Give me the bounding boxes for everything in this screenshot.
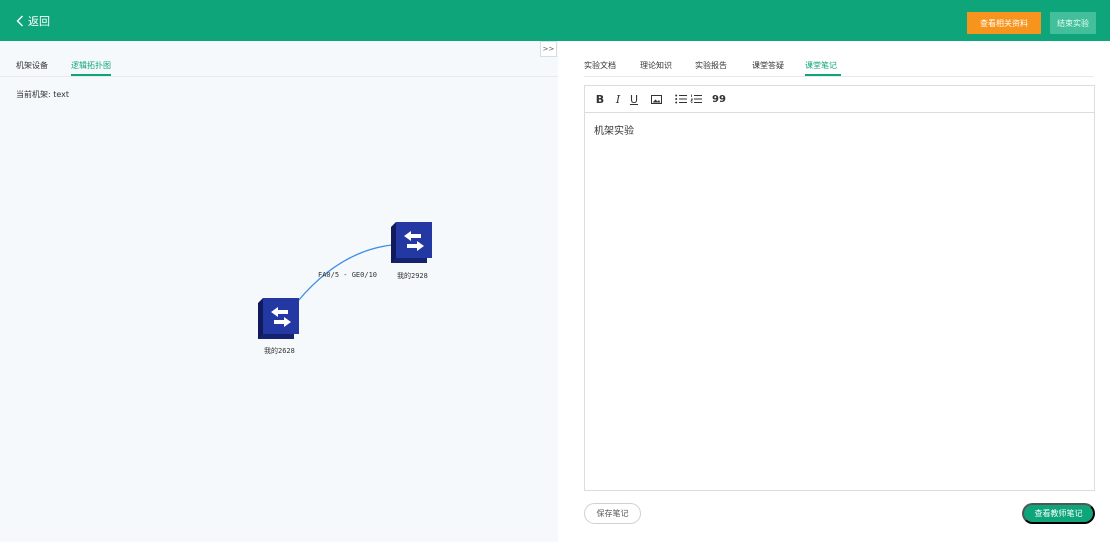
ordered-list-icon	[690, 94, 702, 103]
bold-button[interactable]: B	[594, 92, 606, 106]
italic-button[interactable]: I	[612, 92, 624, 106]
top-bar: 返回 查看相关资料 结束实验	[0, 0, 1110, 41]
tab-report[interactable]: 实验报告	[695, 60, 727, 71]
image-icon	[650, 94, 662, 104]
right-panel: 实验文档 理论知识 实验报告 课堂答疑 课堂笔记 B I U 99 机架实验 保…	[558, 41, 1110, 542]
editor-content[interactable]: 机架实验	[594, 122, 634, 137]
underline-button[interactable]: U	[628, 92, 640, 106]
image-button[interactable]	[649, 92, 663, 106]
bullet-list-icon	[675, 94, 687, 104]
tab-notes[interactable]: 课堂笔记	[805, 60, 837, 71]
switch-device-icon	[391, 222, 432, 263]
switch-device-icon	[258, 298, 299, 339]
left-panel: 机架设备 逻辑拓扑图 当前机架: text 我的2928 我的2628 FA0/…	[0, 41, 558, 542]
editor-toolbar: B I U 99	[585, 86, 1094, 113]
view-teacher-notes-button[interactable]: 查看教师笔记	[1022, 503, 1095, 524]
save-notes-button[interactable]: 保存笔记	[584, 503, 641, 524]
active-tab-indicator	[805, 74, 841, 76]
tab-qa[interactable]: 课堂答疑	[752, 60, 784, 71]
quote-button[interactable]: 99	[712, 92, 726, 106]
ordered-list-button[interactable]	[689, 92, 703, 106]
link-label: FA0/5 - GE0/10	[318, 271, 378, 279]
tab-theory[interactable]: 理论知识	[640, 60, 672, 71]
right-tabs: 实验文档 理论知识 实验报告 课堂答疑 课堂笔记	[584, 41, 1094, 77]
node-label-2628: 我的2628	[264, 347, 295, 355]
end-experiment-button[interactable]: 结束实验	[1050, 12, 1096, 34]
topology-canvas	[258, 222, 432, 339]
back-label: 返回	[28, 15, 50, 28]
node-label-2928: 我的2928	[397, 272, 428, 280]
tab-experiment-doc[interactable]: 实验文档	[584, 60, 616, 71]
bullet-list-button[interactable]	[674, 92, 688, 106]
back-button[interactable]: 返回	[16, 11, 50, 31]
chevron-left-icon	[16, 15, 23, 27]
view-materials-button[interactable]: 查看相关资料	[967, 12, 1041, 34]
notes-editor: B I U 99 机架实验	[584, 85, 1095, 491]
collapse-button[interactable]: >>	[540, 41, 557, 57]
